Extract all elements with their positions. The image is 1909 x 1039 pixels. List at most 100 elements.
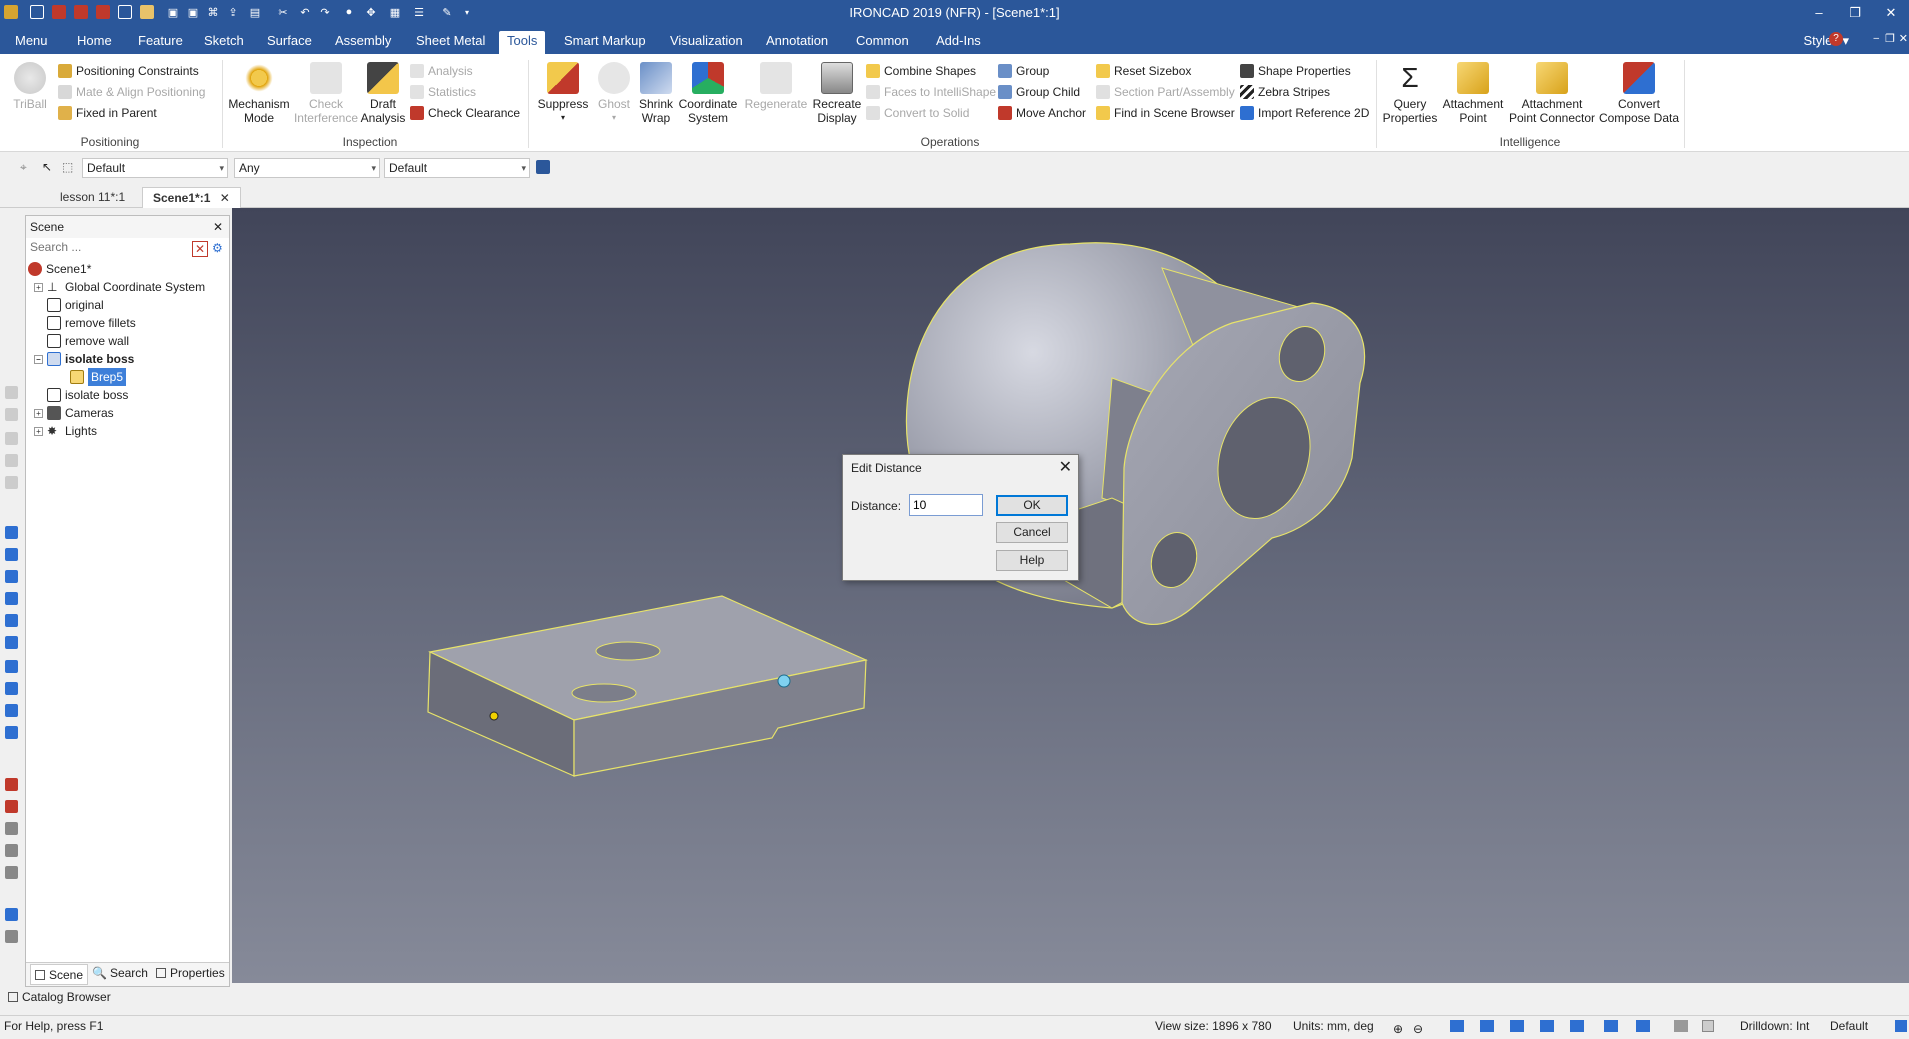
panel-tab-scene[interactable]: Scene (30, 964, 89, 985)
strip-icon[interactable] (5, 844, 18, 857)
panel-tab-properties[interactable]: Properties (156, 966, 225, 980)
filter-combo[interactable]: Any ▾ (234, 158, 380, 178)
section-icon[interactable] (1570, 1020, 1584, 1032)
dialog-close-icon[interactable]: ✕ (1059, 457, 1072, 477)
query-properties-button[interactable]: Σ Query Properties (1380, 62, 1440, 125)
tab-sheet-metal[interactable]: Sheet Metal (408, 31, 493, 54)
tree-item-remove-wall[interactable]: remove wall (47, 332, 129, 350)
zoom-icon[interactable]: ⊕ (1393, 1019, 1403, 1039)
close-window-button[interactable]: ✕ (1873, 2, 1909, 24)
doc-tab-scene1[interactable]: Scene1*:1 ✕ (142, 187, 241, 208)
tab-home[interactable]: Home (69, 31, 120, 54)
suppress-button[interactable]: Suppress ▾ (534, 62, 592, 125)
view-icon[interactable] (1450, 1020, 1464, 1032)
convert-to-solid-button[interactable]: Convert to Solid (866, 104, 969, 122)
analysis-button[interactable]: Analysis (410, 62, 473, 80)
tree-item-global-coordinate-system[interactable]: + ⊥ Global Coordinate System (34, 278, 205, 296)
shadow-icon[interactable] (1636, 1020, 1650, 1032)
strip-icon[interactable] (5, 526, 18, 539)
ok-button[interactable]: OK (996, 495, 1068, 516)
strip-icon[interactable] (5, 660, 18, 673)
hierarchy-icon[interactable] (536, 160, 550, 174)
statistics-button[interactable]: Statistics (410, 83, 476, 101)
attachment-point-button[interactable]: Attachment Point (1440, 62, 1506, 125)
plate-part[interactable] (427, 595, 868, 777)
render-mode-icon[interactable] (1480, 1020, 1494, 1032)
check-interference-button[interactable]: Check Interference (292, 62, 360, 125)
expand-icon[interactable]: + (34, 282, 43, 292)
ribbon-minimize-icon[interactable]: – (1873, 33, 1879, 44)
tab-menu[interactable]: Menu (7, 31, 56, 54)
restore-button[interactable]: ❐ (1837, 2, 1873, 24)
strip-icon[interactable] (5, 386, 18, 399)
strip-icon[interactable] (5, 908, 18, 921)
select-filter-icon[interactable]: ⬚ (62, 160, 76, 174)
distance-input[interactable] (909, 494, 983, 516)
strip-icon[interactable] (5, 704, 18, 717)
search-options-icon[interactable]: ⚙ (212, 241, 228, 257)
camera-mode-icon[interactable] (1510, 1020, 1524, 1032)
fixed-in-parent-button[interactable]: Fixed in Parent (58, 104, 157, 122)
strip-icon[interactable] (5, 432, 18, 445)
recreate-display-button[interactable]: Recreate Display (810, 62, 864, 125)
mate-align-button[interactable]: Mate & Align Positioning (58, 83, 205, 101)
tab-assembly[interactable]: Assembly (327, 31, 399, 54)
group-button[interactable]: Group (998, 62, 1049, 80)
strip-icon[interactable] (5, 930, 18, 943)
light-mode-icon[interactable] (1604, 1020, 1618, 1032)
catalog-browser-bar[interactable]: Catalog Browser (0, 987, 1909, 1007)
positioning-constraints-button[interactable]: Positioning Constraints (58, 62, 199, 80)
status-style-combo[interactable]: Default (1830, 1016, 1868, 1036)
help-button[interactable]: Help (996, 550, 1068, 571)
strip-icon[interactable] (5, 726, 18, 739)
strip-icon[interactable] (5, 778, 18, 791)
3d-viewport[interactable] (232, 208, 1909, 983)
reset-sizebox-button[interactable]: Reset Sizebox (1096, 62, 1191, 80)
strip-icon[interactable] (5, 866, 18, 879)
expand-icon[interactable]: + (34, 408, 43, 418)
selection-combo[interactable]: Default ▾ (82, 158, 228, 178)
zebra-stripes-button[interactable]: Zebra Stripes (1240, 83, 1330, 101)
strip-icon[interactable] (5, 800, 18, 813)
strip-icon[interactable] (5, 822, 18, 835)
tree-item-isolate-boss[interactable]: isolate boss (47, 386, 128, 404)
ghost-button[interactable]: Ghost ▾ (594, 62, 634, 125)
strip-icon[interactable] (5, 570, 18, 583)
tree-item-cameras[interactable]: + Cameras (34, 404, 114, 422)
section-part-button[interactable]: Section Part/Assembly (1096, 83, 1235, 101)
check-clearance-button[interactable]: Check Clearance (410, 104, 520, 122)
tab-add-ins[interactable]: Add-Ins (928, 31, 989, 54)
strip-icon[interactable] (5, 682, 18, 695)
draft-analysis-button[interactable]: Draft Analysis (360, 62, 406, 125)
shrink-wrap-button[interactable]: Shrink Wrap (634, 62, 678, 125)
zoom-fit-icon[interactable]: ⊖ (1413, 1019, 1423, 1039)
tab-surface[interactable]: Surface (259, 31, 320, 54)
convert-compose-button[interactable]: Convert Compose Data (1598, 62, 1680, 125)
style-combo[interactable]: Default ▾ (384, 158, 530, 178)
layout-icon[interactable] (1895, 1020, 1907, 1032)
combine-shapes-button[interactable]: Combine Shapes (866, 62, 976, 80)
tab-visualization[interactable]: Visualization (662, 31, 751, 54)
move-anchor-button[interactable]: Move Anchor (998, 104, 1086, 122)
coordinate-system-button[interactable]: Coordinate System (678, 62, 738, 125)
cancel-button[interactable]: Cancel (996, 522, 1068, 543)
attachment-connector-button[interactable]: Attachment Point Connector (1506, 62, 1598, 125)
help-icon[interactable]: ? (1829, 32, 1843, 46)
strip-icon[interactable] (5, 592, 18, 605)
strip-icon[interactable] (5, 476, 18, 489)
pointer-icon[interactable]: ↖ (42, 160, 56, 174)
tree-item-original[interactable]: original (47, 296, 104, 314)
strip-icon[interactable] (5, 614, 18, 627)
import-reference-button[interactable]: Import Reference 2D (1240, 104, 1369, 122)
tab-tools[interactable]: Tools (499, 31, 546, 54)
panel-tab-search[interactable]: 🔍 Search (92, 966, 148, 980)
strip-icon[interactable] (5, 454, 18, 467)
regenerate-button[interactable]: Regenerate (744, 62, 808, 111)
select-parts-icon[interactable]: ⌖ (20, 160, 34, 174)
tab-annotation[interactable]: Annotation (758, 31, 836, 54)
select-mode-icon[interactable] (1674, 1020, 1688, 1032)
faces-to-intellishape-button[interactable]: Faces to IntelliShape (866, 83, 996, 101)
close-tab-icon[interactable]: ✕ (220, 191, 230, 205)
scene-search-input[interactable] (28, 238, 194, 256)
drilldown-combo[interactable]: Drilldown: Int (1740, 1016, 1809, 1036)
